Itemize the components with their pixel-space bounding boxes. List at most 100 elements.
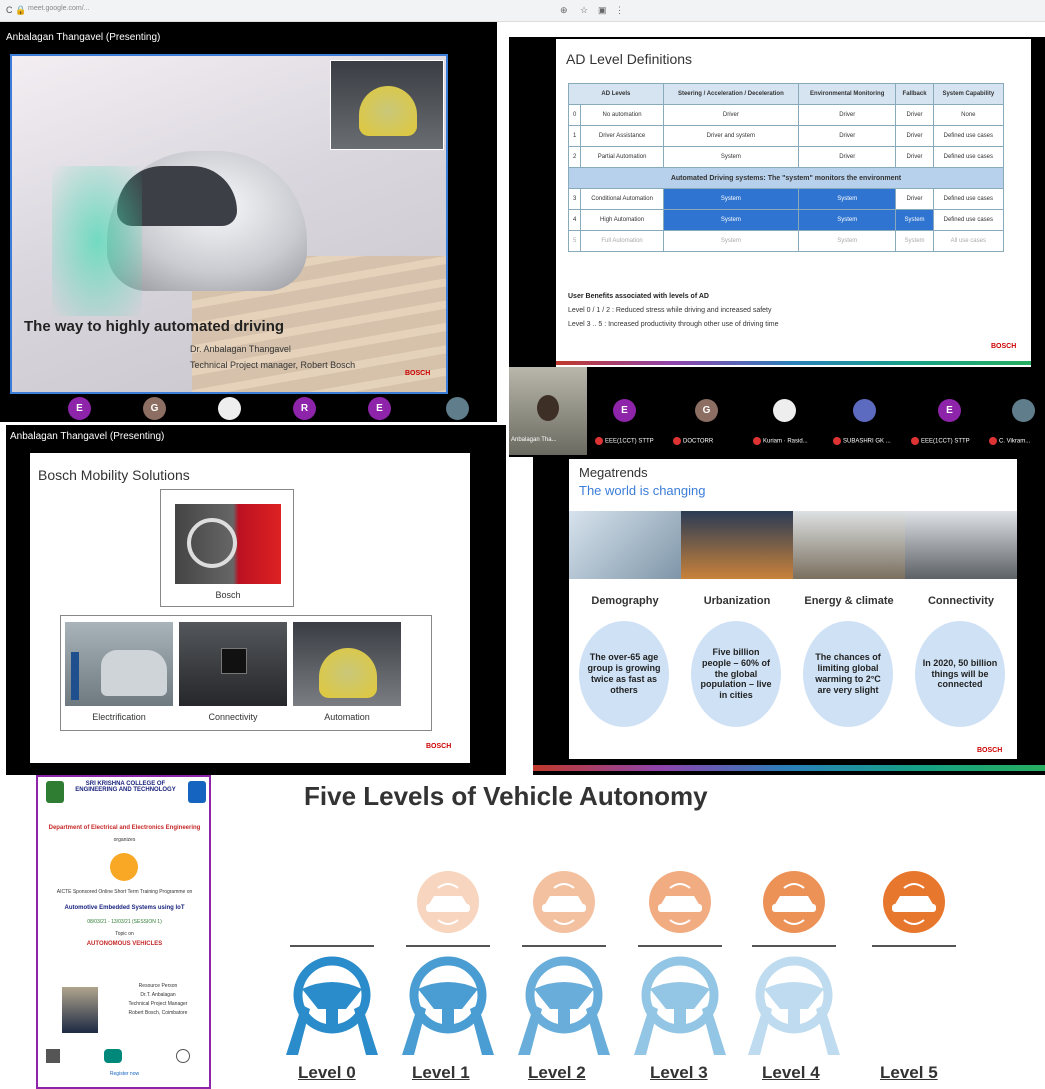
participant-name: EEE(1CCT) STTP [595, 437, 654, 445]
inset-car-photo [330, 60, 444, 150]
electrification-photo [65, 622, 173, 706]
automation-photo [293, 622, 401, 706]
slide-title: Megatrends [579, 465, 648, 480]
dashboard-screen [221, 648, 247, 674]
steering-wheel-icon [634, 956, 726, 1055]
mic-off-icon [911, 437, 919, 445]
level-divider [752, 945, 836, 947]
slide-bosch-mobility: Bosch Mobility Solutions Bosch Electrifi… [30, 453, 470, 763]
presenter-name: Anbalagan Thangavel (Presenting) [10, 431, 165, 442]
benefits-title: User Benefits associated with levels of … [568, 293, 709, 300]
bosch-logo: BOSCH [977, 747, 1003, 754]
bosch-logo: BOSCH [991, 343, 1017, 350]
level-label: Level 3 [650, 1063, 708, 1082]
city-photo [681, 511, 793, 579]
table-header: Steering / Acceleration / Deceleration [662, 83, 799, 105]
table-header: Environmental Monitoring [797, 83, 897, 105]
topic-label: Topic on [115, 931, 134, 937]
participant-avatar[interactable] [218, 397, 241, 420]
bosch-logo: BOSCH [405, 370, 431, 377]
college-name: SRI KRISHNA COLLEGE OF ENGINEERING AND T… [75, 781, 176, 793]
participant-avatar[interactable] [853, 399, 876, 422]
slide-title: AD Level Definitions [566, 51, 693, 67]
levels-slide: Five Levels of Vehicle Autonomy Level 0 … [212, 775, 1045, 1089]
table-header: System Capability [932, 83, 1005, 105]
trend-bubble: In 2020, 50 billion things will be conne… [915, 621, 1005, 727]
clock-icon [176, 1049, 190, 1063]
mic-off-icon [595, 437, 603, 445]
level-label: Level 4 [762, 1063, 820, 1082]
participant-avatar[interactable]: G [695, 399, 718, 422]
participant-avatar[interactable]: E [938, 399, 961, 422]
car-icon [649, 871, 711, 933]
presenter-face [537, 395, 559, 421]
level-label: Level 0 [298, 1063, 356, 1082]
participant-avatar[interactable]: G [143, 397, 166, 420]
session-title: AUTONOMOUS VEHICLES [86, 941, 163, 947]
mic-off-icon [673, 437, 681, 445]
emblem-icon [110, 853, 138, 881]
reload-icon[interactable]: C 🔒 [6, 5, 26, 16]
trend-bubble: Five billion people – 60% of the global … [691, 621, 781, 727]
caption-connectivity: Connectivity [208, 712, 258, 722]
slide-automated-driving: The way to highly automated driving Dr. … [10, 54, 448, 394]
steering-wheel-icon [518, 956, 610, 1055]
participant-name: SUBASHRI GK ... [833, 437, 891, 445]
tile-caption: Bosch [215, 590, 241, 600]
benefit-line-1: Level 0 / 1 / 2 : Reduced stress while d… [568, 307, 772, 314]
connectivity-photo [179, 622, 287, 706]
level-label: Level 2 [528, 1063, 586, 1082]
table-header: Fallback [895, 83, 934, 105]
caption-automation: Automation [324, 712, 370, 722]
automation-car [319, 648, 377, 698]
level-label: Level 1 [412, 1063, 470, 1082]
bosch-tile: Bosch [160, 489, 294, 607]
speaker-name: Dr.T. Anbalagan [140, 992, 176, 998]
participant-avatar[interactable] [446, 397, 469, 420]
bosch-emblem-icon [187, 518, 237, 568]
participant-name: DOCTORR [673, 437, 713, 445]
slide-title: Bosch Mobility Solutions [38, 467, 190, 483]
program-name: AICTE Sponsored Online Short Term Traini… [56, 889, 193, 895]
participant-avatar[interactable] [773, 399, 796, 422]
bosch-color-bar [533, 765, 1045, 771]
participant-avatar[interactable]: E [368, 397, 391, 420]
bosch-building-photo [175, 504, 281, 584]
participant-name: C. Vikram... [989, 437, 1030, 445]
puzzle-icon[interactable]: ▣ [598, 5, 607, 16]
trend-heading: Demography [591, 595, 659, 607]
trend-bubble: The over-65 age group is growing twice a… [579, 621, 669, 727]
meet-pane-1: Anbalagan Thangavel (Presenting) The way… [0, 22, 497, 422]
demography-photo [569, 511, 681, 579]
participant-name: Kuriam · Rasid... [753, 437, 808, 445]
table-row: 3 Conditional Automation System System Dr… [567, 188, 1005, 210]
participant-avatar[interactable]: E [68, 397, 91, 420]
star-icon[interactable]: ☆ [580, 5, 588, 16]
mic-off-icon [753, 437, 761, 445]
level-divider [638, 945, 722, 947]
electric-car [101, 650, 167, 696]
aicte-logo-icon [188, 781, 206, 803]
participant-avatar[interactable] [1012, 399, 1035, 422]
slide-heading: The way to highly automated driving [24, 318, 285, 335]
slide-ad-levels: AD Level Definitions AD Levels Steering … [556, 39, 1031, 367]
presenter-line-2: Technical Project manager, Robert Bosch [190, 360, 356, 370]
menu-icon[interactable]: ⋮ [615, 5, 624, 16]
participant-strip-2: E G E Anbalagan Tha... EEE(1CCT) STTP DO… [509, 367, 1045, 457]
steering-wheel-icon [402, 956, 494, 1055]
meet-pane-4: Megatrends The world is changing Demogra… [533, 457, 1045, 775]
car-icon [533, 871, 595, 933]
address-bar[interactable]: meet.google.com/... [28, 5, 228, 17]
benefit-line-2: Level 3 .. 5 : Increased productivity th… [568, 321, 779, 328]
event-poster: SRI KRISHNA COLLEGE OF ENGINEERING AND T… [36, 775, 211, 1089]
trend-heading: Connectivity [927, 595, 994, 607]
car-icon [763, 871, 825, 933]
speaker-org: Robert Bosch, Coimbatore [128, 1010, 188, 1016]
participant-avatar[interactable]: E [613, 399, 636, 422]
ad-level-table: AD Levels Steering / Acceleration / Dece… [567, 83, 1005, 252]
participant-avatar[interactable]: R [293, 397, 316, 420]
steering-wheel-icon [286, 956, 378, 1055]
extension-icon[interactable]: ⊕ [560, 5, 568, 16]
table-row: 1 Driver Assistance Driver and system Drive… [567, 125, 1005, 147]
presenter-line-1: Dr. Anbalagan Thangavel [190, 344, 291, 354]
